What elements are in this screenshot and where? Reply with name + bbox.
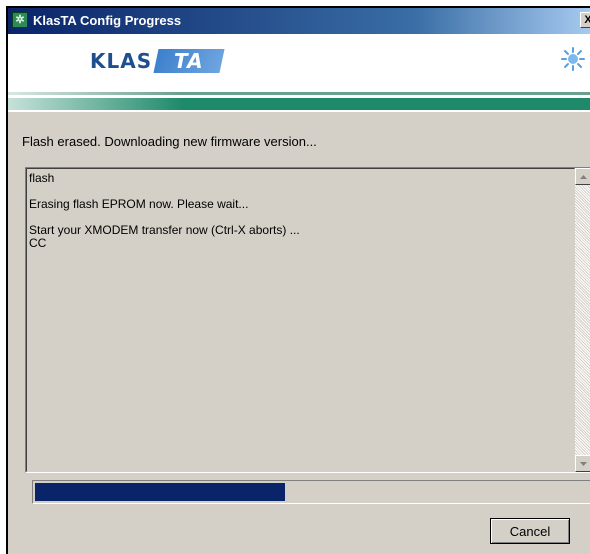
banner-stripe-fade bbox=[8, 90, 590, 112]
logo-text-ta: TA bbox=[174, 49, 204, 73]
status-text: Flash erased. Downloading new firmware v… bbox=[22, 134, 317, 149]
sun-icon bbox=[561, 47, 585, 71]
close-button[interactable]: X bbox=[580, 12, 590, 28]
scroll-up-button[interactable] bbox=[575, 168, 590, 185]
scroll-down-button[interactable] bbox=[575, 455, 590, 472]
banner: KLAS TA bbox=[8, 34, 590, 90]
config-progress-window: ✲ KlasTA Config Progress X KLAS TA Flash… bbox=[6, 6, 590, 554]
window-title: KlasTA Config Progress bbox=[33, 13, 182, 28]
log-vertical-scrollbar[interactable] bbox=[575, 168, 590, 472]
logo-box: TA bbox=[153, 49, 225, 73]
title-bar[interactable]: ✲ KlasTA Config Progress X bbox=[8, 8, 590, 34]
cancel-button[interactable]: Cancel bbox=[490, 518, 570, 544]
progress-bar bbox=[32, 480, 590, 504]
log-textbox[interactable]: flash Erasing flash EPROM now. Please wa… bbox=[25, 167, 590, 473]
logo-text-klas: KLAS bbox=[90, 49, 153, 73]
log-content-area[interactable]: flash Erasing flash EPROM now. Please wa… bbox=[26, 168, 575, 472]
klasta-logo: KLAS TA bbox=[90, 46, 225, 76]
arrow-up-icon bbox=[580, 174, 587, 179]
arrow-down-icon bbox=[580, 461, 587, 466]
progress-bar-fill bbox=[35, 483, 285, 501]
log-text: flash Erasing flash EPROM now. Please wa… bbox=[29, 171, 300, 250]
klasta-app-icon: ✲ bbox=[12, 12, 28, 28]
